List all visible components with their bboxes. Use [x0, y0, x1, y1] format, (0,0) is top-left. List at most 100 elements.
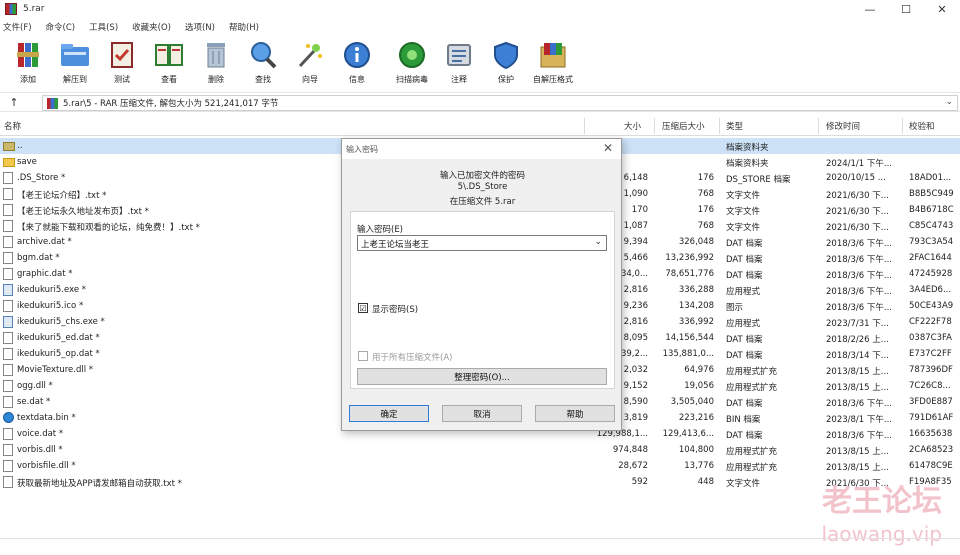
help-button[interactable]: 帮助 — [535, 405, 615, 422]
file-icon — [3, 444, 13, 456]
winrar-app-icon — [5, 3, 17, 15]
file-modified: 2018/3/6 下午... — [826, 431, 892, 441]
menu-favorites[interactable]: 收藏夹(O) — [132, 21, 171, 33]
winrar-window: 5.rar — ☐ ✕ 文件(F) 命令(C) 工具(S) 收藏夹(O) 选项(… — [0, 0, 960, 555]
menu-help[interactable]: 帮助(H) — [229, 21, 259, 33]
comment-icon — [444, 40, 474, 70]
use-for-all-checkbox[interactable] — [358, 351, 368, 361]
chevron-down-icon[interactable]: ⌄ — [945, 97, 953, 107]
menu-commands[interactable]: 命令(C) — [46, 21, 76, 33]
tool-view-button[interactable]: 查看 — [149, 36, 189, 88]
view-icon — [154, 40, 184, 70]
file-row[interactable]: vorbis.dll * 974,848 104,800 应用程式扩充 2013/8/1… — [0, 442, 960, 458]
delete-icon — [201, 40, 231, 70]
cancel-button[interactable]: 取消 — [442, 405, 522, 422]
path-field[interactable]: 5.rar\5 - RAR 压缩文件, 解包大小为 521,241,017 字节… — [42, 95, 958, 111]
file-icon — [3, 380, 13, 392]
tool-sfx-button[interactable]: 自解压格式 — [533, 36, 573, 88]
file-packed: 448 — [697, 477, 714, 487]
tool-test-button[interactable]: 测试 — [102, 36, 142, 88]
file-type: BIN 档案 — [726, 415, 761, 425]
up-folder-button[interactable]: ↑ — [0, 96, 28, 109]
file-icon — [3, 300, 13, 312]
show-password-checkbox[interactable]: ☑ — [358, 303, 368, 313]
file-modified: 2018/3/6 下午... — [826, 271, 892, 281]
file-type: 文字文件 — [726, 479, 761, 489]
close-button[interactable]: ✕ — [924, 0, 960, 18]
tool-delete-button[interactable]: 删除 — [196, 36, 236, 88]
tool-add-button[interactable]: 添加 — [8, 36, 48, 88]
status-bar — [0, 538, 960, 555]
file-name: vorbis.dll * — [17, 445, 63, 455]
file-type: DAT 档案 — [726, 399, 763, 409]
file-type: DAT 档案 — [726, 431, 763, 441]
file-crc: 791D61AF — [909, 413, 954, 423]
file-row[interactable]: 获取最新地址及APP请发邮箱自动获取.txt * 592 448 文字文件 2021/6… — [0, 474, 960, 490]
file-type: DAT 档案 — [726, 271, 763, 281]
file-type: DS_STORE 档案 — [726, 175, 791, 185]
file-crc: 2CA68523 — [909, 445, 954, 455]
menu-file[interactable]: 文件(F) — [3, 21, 32, 33]
file-modified: 2024/1/1 下午... — [826, 159, 892, 169]
watermark-logo: 老王论坛 — [822, 484, 942, 519]
tool-comment-button[interactable]: 注释 — [439, 36, 479, 88]
virus-scan-icon — [397, 40, 427, 70]
file-crc: 2FAC1644 — [909, 253, 952, 263]
password-input[interactable]: 上老王论坛当老王 ⌄ — [357, 235, 607, 251]
file-row[interactable]: vorbisfile.dll * 28,672 13,776 应用程式扩充 2013/8… — [0, 458, 960, 474]
file-icon — [3, 268, 13, 280]
file-icon — [3, 172, 13, 184]
file-crc: E737C2FF — [909, 349, 952, 359]
column-packed[interactable]: 压缩后大小 — [662, 120, 705, 132]
column-name[interactable]: 名称 — [4, 120, 21, 132]
protect-icon — [491, 40, 521, 70]
tool-extract-button[interactable]: 解压到 — [55, 36, 95, 88]
use-for-all-label: 用于所有压缩文件(A) — [372, 353, 453, 363]
column-type[interactable]: 类型 — [726, 120, 743, 132]
file-size: 974,848 — [612, 445, 648, 455]
sfx-icon — [538, 40, 568, 70]
file-name: 获取最新地址及APP请发邮箱自动获取.txt * — [17, 479, 182, 489]
file-modified: 2023/8/1 下午... — [826, 415, 892, 425]
menu-tools[interactable]: 工具(S) — [89, 21, 118, 33]
dialog-close-button[interactable]: ✕ — [603, 141, 613, 155]
file-modified: 2018/2/26 上... — [826, 335, 889, 345]
file-icon — [3, 332, 13, 344]
file-modified: 2018/3/6 下午... — [826, 399, 892, 409]
column-modified[interactable]: 修改时间 — [826, 120, 860, 132]
file-icon — [3, 348, 13, 360]
window-controls: — ☐ ✕ — [852, 0, 960, 18]
file-crc: 47245928 — [909, 269, 953, 279]
tool-protect-button[interactable]: 保护 — [486, 36, 526, 88]
column-size[interactable]: 大小 — [624, 120, 641, 132]
file-icon — [3, 204, 13, 216]
file-crc: 3FD0E887 — [909, 397, 953, 407]
file-packed: 13,236,992 — [665, 253, 714, 263]
tool-info-button[interactable]: 信息 — [337, 36, 377, 88]
file-packed: 19,056 — [684, 381, 714, 391]
file-type: 文字文件 — [726, 191, 761, 201]
file-packed: 14,156,544 — [665, 333, 714, 343]
file-icon — [3, 364, 13, 376]
tool-virus-scan-button[interactable]: 扫描病毒 — [392, 36, 432, 88]
show-password-label: 显示密码(S) — [372, 305, 419, 315]
address-bar: ↑ 5.rar\5 - RAR 压缩文件, 解包大小为 521,241,017 … — [0, 92, 960, 112]
ok-button[interactable]: 确定 — [349, 405, 429, 422]
tool-find-button[interactable]: 查找 — [243, 36, 283, 88]
file-modified: 2018/3/6 下午... — [826, 239, 892, 249]
chevron-down-icon[interactable]: ⌄ — [594, 237, 602, 247]
file-type: 文字文件 — [726, 207, 761, 217]
menu-bar: 文件(F) 命令(C) 工具(S) 收藏夹(O) 选项(N) 帮助(H) — [0, 18, 960, 35]
file-crc: B4B6718C — [909, 205, 954, 215]
file-crc: CF222F78 — [909, 317, 952, 327]
file-type: DAT 档案 — [726, 335, 763, 345]
find-icon — [248, 40, 278, 70]
organize-passwords-button[interactable]: 整理密码(O)... — [357, 368, 607, 385]
maximize-button[interactable]: ☐ — [888, 0, 924, 18]
file-crc: 18AD01... — [909, 173, 952, 183]
minimize-button[interactable]: — — [852, 0, 888, 18]
toolbar: 添加 解压到 测试 查看 删除 查找 向导 信息 扫描病毒 注释 保护 自解压格… — [0, 36, 960, 90]
tool-wizard-button[interactable]: 向导 — [290, 36, 330, 88]
menu-options[interactable]: 选项(N) — [185, 21, 215, 33]
column-crc[interactable]: 校验和 — [909, 120, 935, 132]
